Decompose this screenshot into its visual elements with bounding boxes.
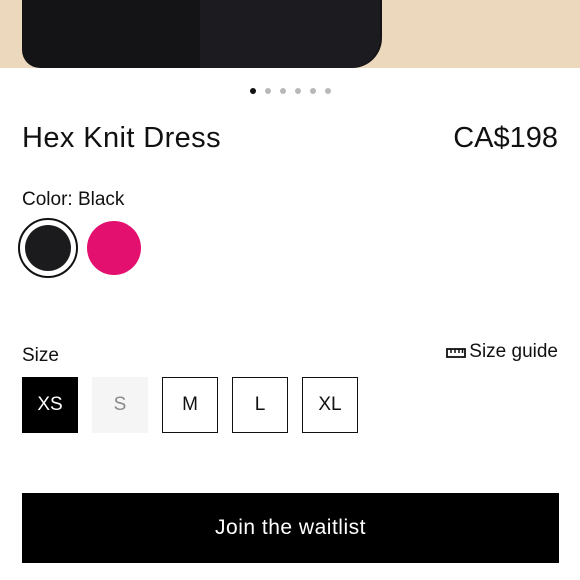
swatch-fill-pink xyxy=(87,221,141,275)
size-guide-label: Size guide xyxy=(469,341,558,362)
color-label: Color: Black xyxy=(22,189,125,210)
ruler-icon xyxy=(446,348,467,358)
dress-image-shade xyxy=(200,0,380,68)
product-image[interactable] xyxy=(0,0,580,68)
product-price: CA$198 xyxy=(453,122,558,154)
join-waitlist-button[interactable]: Join the waitlist xyxy=(22,493,559,563)
size-option-l[interactable]: L xyxy=(232,377,288,433)
swatch-fill-black xyxy=(25,225,71,271)
carousel-dot[interactable] xyxy=(249,88,256,94)
size-guide-link[interactable]: Size guide xyxy=(446,341,558,363)
product-title: Hex Knit Dress xyxy=(22,122,221,154)
size-option-m[interactable]: M xyxy=(162,377,218,433)
carousel-dot[interactable] xyxy=(264,88,271,94)
size-label: Size xyxy=(22,345,59,366)
carousel-dot[interactable] xyxy=(324,88,331,94)
color-swatch-pink[interactable] xyxy=(84,218,144,278)
carousel-dot[interactable] xyxy=(279,88,286,94)
carousel-pagination xyxy=(0,88,580,100)
carousel-dot[interactable] xyxy=(309,88,316,94)
carousel-dot[interactable] xyxy=(294,88,301,94)
size-option-s[interactable]: S xyxy=(92,377,148,433)
size-selector: XS S M L XL xyxy=(22,377,358,433)
size-option-xs[interactable]: XS xyxy=(22,377,78,433)
size-option-xl[interactable]: XL xyxy=(302,377,358,433)
color-swatch-black[interactable] xyxy=(18,218,78,278)
